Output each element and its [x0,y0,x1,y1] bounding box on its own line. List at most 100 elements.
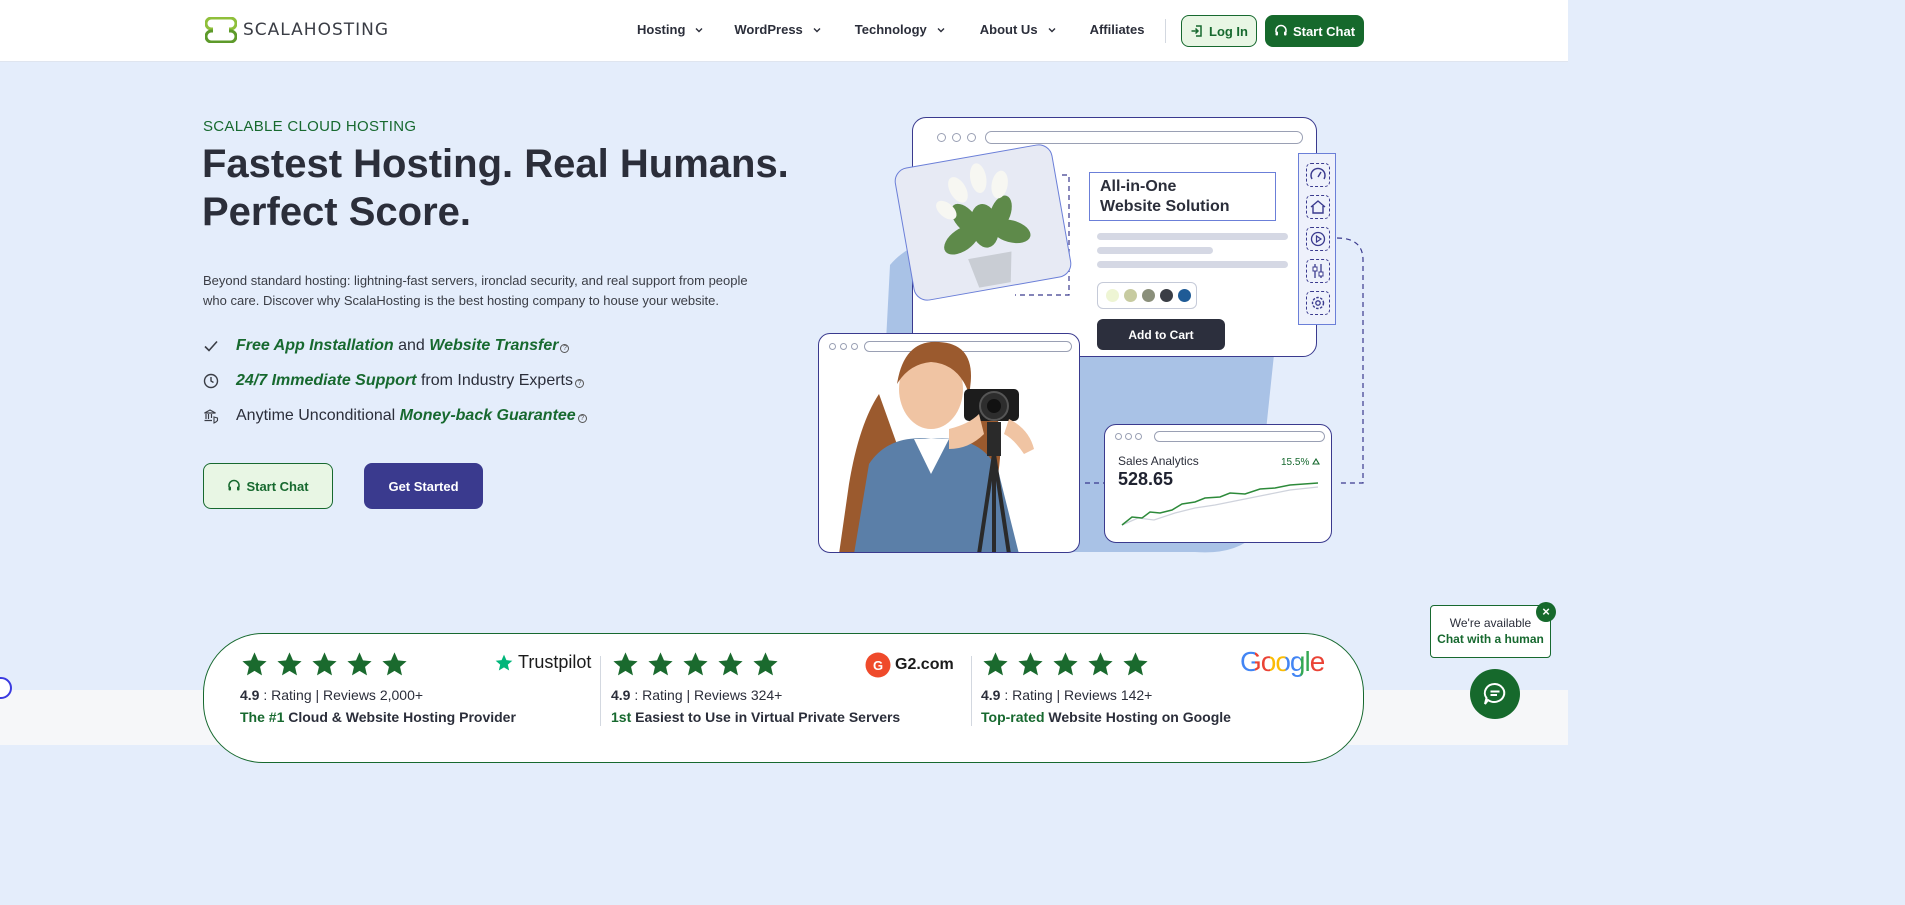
chat-launcher-button[interactable] [1470,669,1520,719]
window-dot [1125,433,1132,440]
nav-divider [1165,19,1166,43]
nav-affiliates[interactable]: Affiliates [1090,22,1145,37]
get-started-button[interactable]: Get Started [364,463,483,509]
google-logo[interactable]: Google [1240,646,1325,678]
window-dot [1115,433,1122,440]
analytics-change: 15.5% [1281,457,1321,468]
trustpilot-logo[interactable]: Trustpilot [494,652,591,673]
rating-tagline: The #1 Cloud & Website Hosting Provider [240,709,590,725]
rating-meta: 4.9 : Rating | Reviews 142+ [981,687,1331,703]
rating-score: 4.9 [240,687,260,703]
analytics-label: Sales Analytics [1118,454,1199,468]
feature-app-installation: Free App Installation and Website Transf… [203,337,570,355]
feature-3-pre: Anytime Unconditional [236,407,400,424]
rating-score: 4.9 [981,687,1001,703]
analytics-change-value: 15.5% [1281,457,1310,468]
clock-icon [203,373,219,389]
chat-availability-bubble[interactable]: We're available Chat with a human [1430,605,1551,658]
feature-3-em1[interactable]: Money-back Guarantee [400,407,576,424]
star-icon [753,652,778,676]
help-icon[interactable]: ? [560,344,570,353]
star-icon [242,652,267,676]
rating-tag-em: Top-rated [981,709,1045,725]
rating-reviews: : Rating | Reviews 142+ [1000,687,1153,703]
plant-illustration [936,163,1031,288]
sales-sparkline [1121,482,1319,526]
start-chat-hero-label: Start Chat [246,478,309,494]
nav-hosting-label: Hosting [637,22,686,37]
chat-bubble-line2: Chat with a human [1437,632,1544,646]
chat-close-icon[interactable]: × [1536,602,1556,622]
feature-1-em2[interactable]: Website Transfer [429,337,558,354]
rating-score: 4.9 [611,687,631,703]
star-icon [1018,652,1043,676]
star-icon [312,652,337,676]
feature-money-back: Anytime Unconditional Money-back Guarant… [203,407,587,425]
star-icon [382,652,407,676]
up-arrow-icon [1312,457,1321,465]
nav-wordpress[interactable]: WordPress [734,22,821,37]
chevron-down-icon [813,27,821,32]
logo-mark-icon [205,17,237,43]
rating-divider [600,656,601,726]
feature-2-mid: from Industry Experts [416,372,573,389]
help-icon[interactable]: ? [577,414,587,423]
url-bar [1154,431,1325,442]
feature-2-em1[interactable]: 24/7 Immediate Support [236,372,417,389]
rating-tagline: Top-rated Website Hosting on Google [981,709,1331,725]
chevron-down-icon [695,27,703,32]
photographer-illustration [839,341,1034,552]
rating-tagline: 1st Easiest to Use in Virtual Private Se… [611,709,961,725]
photographer-image-card [818,333,1080,553]
google-brand-text: Google [1240,646,1325,677]
rating-tag-em: The #1 [240,709,285,725]
trustpilot-star-icon [495,654,513,670]
feature-1-em1[interactable]: Free App Installation [236,337,394,354]
feature-1-mid: and [393,337,430,354]
star-icon [648,652,673,676]
star-icon [1088,652,1113,676]
hero-title-line1: Fastest Hosting. Real Humans. [202,142,789,186]
star-icon [347,652,372,676]
nav-hosting[interactable]: Hosting [637,22,704,37]
nav-wordpress-label: WordPress [734,22,803,37]
start-chat-button-header[interactable]: Start Chat [1265,15,1364,47]
logo[interactable]: SCALAHOSTING [205,17,389,43]
star-icon [683,652,708,676]
rating-tag-rest: Cloud & Website Hosting Provider [284,709,516,725]
rating-meta: 4.9 : Rating | Reviews 2,000+ [240,687,590,703]
nav-about-us[interactable]: About Us [980,22,1057,37]
chat-bubble-line1: We're available [1449,616,1532,630]
sales-analytics-card: Sales Analytics 528.65 15.5% [1104,424,1332,543]
login-button[interactable]: Log In [1181,15,1257,47]
rating-meta: 4.9 : Rating | Reviews 324+ [611,687,961,703]
main-nav: Hosting WordPress Technology About Us Af… [637,22,1170,37]
window-dot [1135,433,1142,440]
star-icon [1053,652,1078,676]
hero-title-line2: Perfect Score. [202,190,472,234]
rating-tag-rest: Website Hosting on Google [1044,709,1231,725]
bank-shield-icon [204,409,219,424]
ratings-banner: 4.9 : Rating | Reviews 2,000+ The #1 Clo… [203,633,1364,763]
rating-tag-rest: Easiest to Use in Virtual Private Server… [631,709,901,725]
hero-eyebrow: SCALABLE CLOUD HOSTING [203,118,417,135]
svg-text:G: G [873,658,883,673]
chevron-down-icon [937,27,945,32]
plant-image-card [892,142,1074,303]
headset-icon [228,479,241,491]
star-icon [718,652,743,676]
help-icon[interactable]: ? [575,379,584,388]
g2-logo-icon: G [865,652,891,678]
logo-text: SCALAHOSTING [243,20,390,40]
login-icon [1191,25,1202,37]
nav-about-us-label: About Us [979,22,1038,37]
g2-logo[interactable]: G G2.com [865,652,954,678]
nav-technology[interactable]: Technology [855,22,946,37]
rating-reviews: : Rating | Reviews 324+ [630,687,783,703]
star-icon [277,652,302,676]
nav-affiliates-label: Affiliates [1089,22,1145,37]
headset-icon [1275,24,1287,36]
start-chat-button-hero[interactable]: Start Chat [203,463,333,509]
feature-support: 24/7 Immediate Support from Industry Exp… [203,372,584,390]
star-icon [613,652,638,676]
